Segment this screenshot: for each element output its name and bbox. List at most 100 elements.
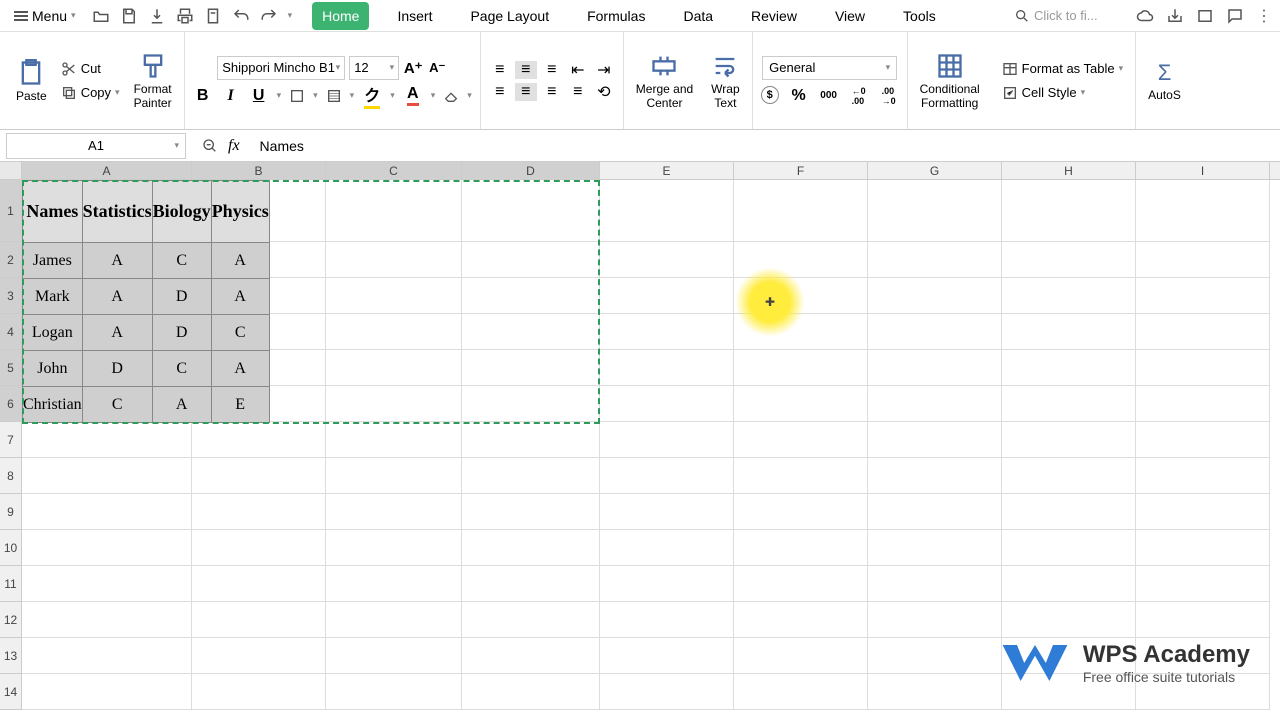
row-header[interactable]: 5 — [0, 350, 22, 386]
row-header[interactable]: 6 — [0, 386, 22, 422]
decrease-indent-icon[interactable]: ⇤ — [567, 61, 589, 79]
align-justify-icon[interactable]: ≡ — [567, 83, 589, 101]
font-size-dropdown[interactable]: 12▾ — [349, 56, 399, 80]
undo-icon[interactable] — [232, 7, 250, 25]
increase-indent-icon[interactable]: ⇥ — [593, 61, 615, 79]
tab-tools[interactable]: Tools — [893, 2, 946, 30]
tab-data[interactable]: Data — [673, 2, 723, 30]
tab-review[interactable]: Review — [741, 2, 807, 30]
align-top-icon[interactable]: ≡ — [489, 61, 511, 79]
column-header[interactable]: C — [326, 162, 462, 179]
table-cell[interactable]: E — [211, 387, 269, 423]
column-header[interactable]: I — [1136, 162, 1270, 179]
increase-font-icon[interactable]: A⁺ — [403, 58, 423, 78]
table-cell[interactable]: Mark — [23, 279, 83, 315]
table-header-cell[interactable]: Physics — [211, 181, 269, 243]
format-painter-button[interactable]: Format Painter — [130, 48, 176, 114]
formula-input[interactable]: Names — [250, 138, 1280, 154]
qat-more-icon[interactable]: ▾ — [288, 10, 293, 21]
table-cell[interactable]: D — [82, 351, 152, 387]
conditional-formatting-button[interactable]: Conditional Formatting — [916, 48, 984, 114]
select-all-corner[interactable] — [0, 162, 22, 179]
copy-button[interactable]: Copy ▾ — [57, 83, 124, 103]
name-box[interactable]: A1 ▾ — [6, 133, 186, 159]
fill-color-button[interactable]: ク — [362, 86, 382, 106]
currency-icon[interactable]: $ — [761, 86, 779, 104]
save-icon[interactable] — [120, 7, 138, 25]
chevron-down-icon[interactable]: ▾ — [390, 90, 395, 101]
window-icon[interactable] — [1196, 7, 1214, 25]
table-cell[interactable]: C — [152, 351, 211, 387]
underline-button[interactable]: U — [249, 86, 269, 106]
number-format-dropdown[interactable]: General▾ — [762, 56, 897, 80]
print-icon[interactable] — [176, 7, 194, 25]
row-header[interactable]: 2 — [0, 242, 22, 278]
zoom-out-icon[interactable] — [202, 138, 218, 154]
font-color-button[interactable]: A — [403, 86, 423, 106]
autosum-button[interactable]: Σ AutoS — [1144, 56, 1185, 106]
chevron-down-icon[interactable]: ▾ — [431, 90, 436, 101]
more-icon[interactable]: ⋮ — [1256, 6, 1272, 26]
column-header[interactable]: E — [600, 162, 734, 179]
row-header[interactable]: 4 — [0, 314, 22, 350]
orientation-icon[interactable]: ⟲ — [593, 83, 615, 101]
export-icon[interactable] — [148, 7, 166, 25]
fill-pattern-icon[interactable] — [326, 88, 342, 104]
table-cell[interactable]: A — [211, 243, 269, 279]
chevron-down-icon[interactable]: ▾ — [313, 90, 318, 101]
row-header[interactable]: 8 — [0, 458, 22, 494]
comment-icon[interactable] — [1226, 7, 1244, 25]
row-header[interactable]: 1 — [0, 180, 22, 242]
table-cell[interactable]: Christian — [23, 387, 83, 423]
row-header[interactable]: 12 — [0, 602, 22, 638]
row-header[interactable]: 3 — [0, 278, 22, 314]
chevron-down-icon[interactable]: ▾ — [467, 90, 472, 101]
align-left-icon[interactable]: ≡ — [489, 83, 511, 101]
cloud-icon[interactable] — [1136, 7, 1154, 25]
table-cell[interactable]: D — [152, 315, 211, 351]
redo-icon[interactable] — [260, 7, 278, 25]
wrap-text-button[interactable]: Wrap Text — [707, 48, 743, 114]
eraser-icon[interactable] — [443, 88, 459, 104]
tab-insert[interactable]: Insert — [387, 2, 442, 30]
cut-button[interactable]: Cut — [57, 59, 124, 79]
align-middle-icon[interactable]: ≡ — [515, 61, 537, 79]
table-cell[interactable]: A — [82, 243, 152, 279]
format-as-table-button[interactable]: Format as Table ▾ — [998, 59, 1128, 79]
search-box[interactable]: Click to fi... — [1014, 8, 1124, 24]
menu-button[interactable]: Menu ▾ — [8, 4, 82, 28]
increase-decimal-icon[interactable]: ←0.00 — [849, 86, 869, 106]
font-name-dropdown[interactable]: Shippori Mincho B1▾ — [217, 56, 345, 80]
tab-view[interactable]: View — [825, 2, 875, 30]
comma-icon[interactable]: 000 — [819, 86, 839, 106]
border-icon[interactable] — [289, 88, 305, 104]
table-cell[interactable]: A — [82, 315, 152, 351]
tab-home[interactable]: Home — [312, 2, 369, 30]
paste-button[interactable]: Paste — [12, 55, 51, 107]
merge-center-button[interactable]: Merge and Center — [632, 48, 697, 114]
table-header-cell[interactable]: Biology — [152, 181, 211, 243]
tab-page-layout[interactable]: Page Layout — [460, 2, 559, 30]
decrease-font-icon[interactable]: A⁻ — [427, 58, 447, 78]
table-cell[interactable]: D — [152, 279, 211, 315]
row-header[interactable]: 11 — [0, 566, 22, 602]
decrease-decimal-icon[interactable]: .00→0 — [879, 86, 899, 106]
row-header[interactable]: 9 — [0, 494, 22, 530]
column-header[interactable]: D — [462, 162, 600, 179]
percent-icon[interactable]: % — [789, 86, 809, 106]
chevron-down-icon[interactable]: ▾ — [277, 90, 282, 101]
table-cell[interactable]: A — [211, 279, 269, 315]
fx-icon[interactable]: fx — [228, 137, 240, 155]
table-cell[interactable]: A — [211, 351, 269, 387]
chevron-down-icon[interactable]: ▾ — [350, 90, 355, 101]
row-header[interactable]: 10 — [0, 530, 22, 566]
table-cell[interactable]: A — [82, 279, 152, 315]
bold-button[interactable]: B — [193, 86, 213, 106]
column-header[interactable]: G — [868, 162, 1002, 179]
row-header[interactable]: 13 — [0, 638, 22, 674]
share-icon[interactable] — [1166, 7, 1184, 25]
row-header[interactable]: 7 — [0, 422, 22, 458]
table-header-cell[interactable]: Statistics — [82, 181, 152, 243]
align-right-icon[interactable]: ≡ — [541, 83, 563, 101]
table-cell[interactable]: A — [152, 387, 211, 423]
